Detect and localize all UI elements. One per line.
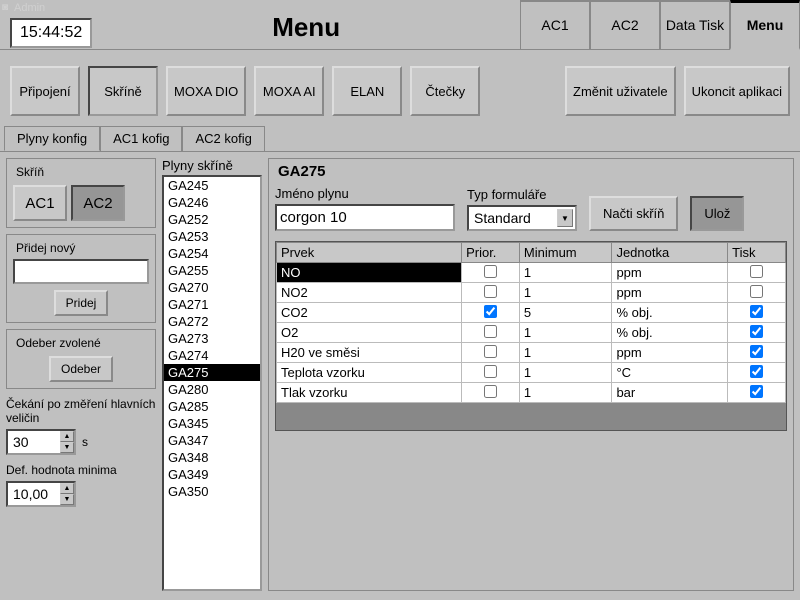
table-row[interactable]: Tlak vzorku 1 bar <box>277 383 786 403</box>
odeber-label: Odeber zvolené <box>13 336 104 350</box>
prior-checkbox[interactable] <box>484 345 497 358</box>
col-prvek[interactable]: Prvek <box>277 243 462 263</box>
tisk-checkbox[interactable] <box>750 325 763 338</box>
tisk-checkbox[interactable] <box>750 345 763 358</box>
app-icon: ◙ <box>2 2 8 13</box>
list-item[interactable]: GA246 <box>164 194 260 211</box>
list-item[interactable]: GA272 <box>164 313 260 330</box>
cekani-spinner[interactable]: 30 ▲ ▼ <box>6 429 76 455</box>
prior-checkbox[interactable] <box>484 265 497 278</box>
prior-checkbox[interactable] <box>484 325 497 338</box>
typ-select[interactable]: Standard ▼ <box>467 205 577 231</box>
list-item[interactable]: GA274 <box>164 347 260 364</box>
odeber-button[interactable]: Odeber <box>49 356 113 382</box>
admin-label: Admin <box>14 2 45 14</box>
tisk-checkbox[interactable] <box>750 285 763 298</box>
list-item[interactable]: GA245 <box>164 177 260 194</box>
prior-checkbox[interactable] <box>484 365 497 378</box>
tab-ac1[interactable]: AC1 <box>520 0 590 50</box>
jmeno-label: Jméno plynu <box>275 186 455 201</box>
prior-checkbox[interactable] <box>484 285 497 298</box>
pridej-novy-label: Přidej nový <box>13 241 78 255</box>
col-jedn[interactable]: Jednotka <box>612 243 728 263</box>
tab-ac1-kofig[interactable]: AC1 kofig <box>100 126 182 151</box>
plyny-listbox[interactable]: GA245GA246GA252GA253GA254GA255GA270GA271… <box>162 175 262 591</box>
pripojeni-button[interactable]: Připojení <box>10 66 80 116</box>
tab-ac2-kofig[interactable]: AC2 kofig <box>182 126 264 151</box>
tisk-checkbox[interactable] <box>750 365 763 378</box>
plyny-skrine-label: Plyny skříně <box>162 158 262 175</box>
tab-data-tisk[interactable]: Data Tisk <box>660 0 730 50</box>
list-item[interactable]: GA285 <box>164 398 260 415</box>
ac1-button[interactable]: AC1 <box>13 185 67 221</box>
col-prior[interactable]: Prior. <box>462 243 520 263</box>
skrin-label: Skříň <box>13 165 47 179</box>
tab-ac2[interactable]: AC2 <box>590 0 660 50</box>
table-row[interactable]: NO2 1 ppm <box>277 283 786 303</box>
list-item[interactable]: GA349 <box>164 466 260 483</box>
spin-down-icon[interactable]: ▼ <box>60 442 74 453</box>
skrine-button[interactable]: Skříně <box>88 66 158 116</box>
list-item[interactable]: GA280 <box>164 381 260 398</box>
col-tisk[interactable]: Tisk <box>728 243 786 263</box>
col-min[interactable]: Minimum <box>519 243 612 263</box>
list-item[interactable]: GA254 <box>164 245 260 262</box>
prvek-table: Prvek Prior. Minimum Jednotka Tisk NO 1 … <box>276 242 786 403</box>
tab-menu[interactable]: Menu <box>730 0 800 50</box>
cekani-unit: s <box>82 435 88 449</box>
pridej-input[interactable] <box>13 259 149 284</box>
config-tabs: Plyny konfig AC1 kofig AC2 kofig <box>4 126 800 151</box>
table-row[interactable]: NO 1 ppm <box>277 263 786 283</box>
tab-plyny-konfig[interactable]: Plyny konfig <box>4 126 100 151</box>
list-item[interactable]: GA350 <box>164 483 260 500</box>
tisk-checkbox[interactable] <box>750 305 763 318</box>
table-row[interactable]: Teplota vzorku 1 °C <box>277 363 786 383</box>
ga-title: GA275 <box>275 163 329 180</box>
top-tabs: AC1 AC2 Data Tisk Menu <box>520 0 800 50</box>
jmeno-input[interactable] <box>275 204 455 231</box>
typ-label: Typ formuláře <box>467 187 577 202</box>
time-display: 15:44:52 <box>10 18 92 48</box>
list-item[interactable]: GA275 <box>164 364 260 381</box>
table-row[interactable]: O2 1 % obj. <box>277 323 786 343</box>
uloz-button[interactable]: Ulož <box>690 196 744 231</box>
page-title: Menu <box>92 12 520 43</box>
prior-checkbox[interactable] <box>484 305 497 318</box>
exit-app-button[interactable]: Ukoncit aplikaci <box>684 66 790 116</box>
list-item[interactable]: GA345 <box>164 415 260 432</box>
list-item[interactable]: GA271 <box>164 296 260 313</box>
list-item[interactable]: GA253 <box>164 228 260 245</box>
spin-down-icon[interactable]: ▼ <box>60 494 74 505</box>
spin-up-icon[interactable]: ▲ <box>60 483 74 494</box>
tisk-checkbox[interactable] <box>750 265 763 278</box>
list-item[interactable]: GA270 <box>164 279 260 296</box>
chevron-down-icon[interactable]: ▼ <box>557 209 573 227</box>
spin-up-icon[interactable]: ▲ <box>60 431 74 442</box>
nacti-skrin-button[interactable]: Načti skříň <box>589 196 678 231</box>
ac2-button[interactable]: AC2 <box>71 185 125 221</box>
moxa-ai-button[interactable]: MOXA AI <box>254 66 324 116</box>
list-item[interactable]: GA255 <box>164 262 260 279</box>
table-row[interactable]: H20 ve směsi 1 ppm <box>277 343 786 363</box>
change-user-button[interactable]: Změnit uživatele <box>565 66 676 116</box>
pridej-button[interactable]: Pridej <box>54 290 109 316</box>
table-row[interactable]: CO2 5 % obj. <box>277 303 786 323</box>
moxa-dio-button[interactable]: MOXA DIO <box>166 66 246 116</box>
list-item[interactable]: GA348 <box>164 449 260 466</box>
elan-button[interactable]: ELAN <box>332 66 402 116</box>
list-item[interactable]: GA252 <box>164 211 260 228</box>
toolbar: Připojení Skříně MOXA DIO MOXA AI ELAN Č… <box>0 50 800 126</box>
list-item[interactable]: GA347 <box>164 432 260 449</box>
def-min-spinner[interactable]: 10,00 ▲ ▼ <box>6 481 76 507</box>
prior-checkbox[interactable] <box>484 385 497 398</box>
list-item[interactable]: GA273 <box>164 330 260 347</box>
ctecky-button[interactable]: Čtečky <box>410 66 480 116</box>
tisk-checkbox[interactable] <box>750 385 763 398</box>
def-min-label: Def. hodnota minima <box>6 463 156 477</box>
cekani-label: Čekání po změření hlavních veličin <box>6 397 156 425</box>
